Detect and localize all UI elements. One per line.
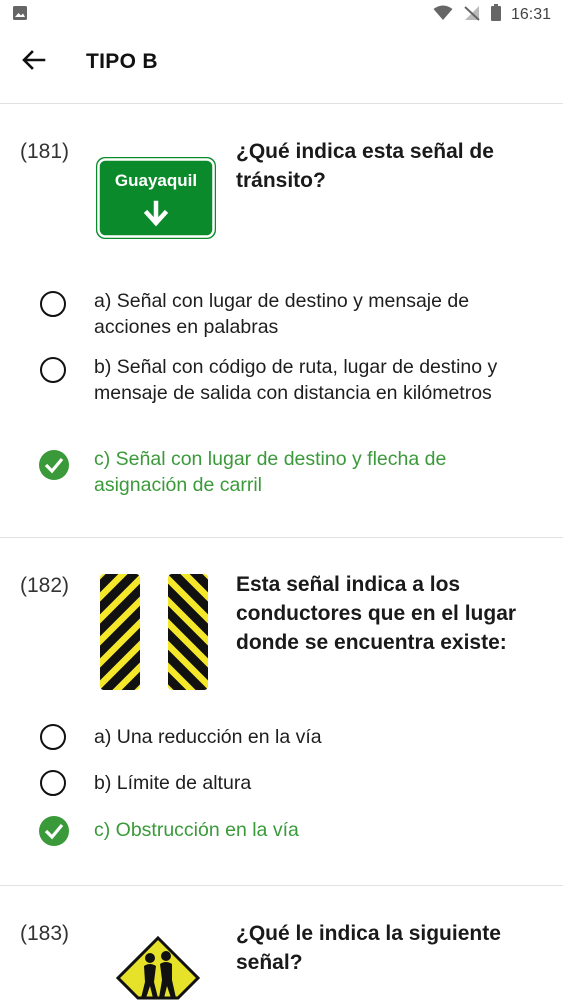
status-bar: 16:31 bbox=[0, 0, 563, 30]
question-text: Esta señal indica a los conductores que … bbox=[236, 573, 517, 654]
question-number: (182) bbox=[20, 574, 70, 597]
question-card: (183) ¿Qué le indica la siguiente señal? bbox=[0, 886, 563, 1000]
no-signal-icon bbox=[463, 5, 481, 26]
radio-unchecked-icon[interactable] bbox=[40, 724, 66, 750]
option-label: c) Obstrucción en la vía bbox=[94, 819, 299, 841]
wifi-icon bbox=[433, 5, 453, 26]
obstruction-sign-image bbox=[100, 574, 210, 695]
check-circle-icon[interactable] bbox=[39, 450, 69, 480]
radio-unchecked-icon[interactable] bbox=[40, 770, 66, 796]
option-a[interactable]: a) Una reducción en la vía bbox=[40, 724, 550, 754]
school-crossing-sign-image bbox=[115, 935, 201, 1005]
option-label: a) Una reducción en la vía bbox=[94, 726, 322, 748]
option-label: b) Límite de altura bbox=[94, 772, 252, 794]
question-text: ¿Qué le indica la siguiente señal? bbox=[236, 922, 501, 974]
question-text: ¿Qué indica esta señal de tránsito? bbox=[236, 140, 494, 192]
image-icon bbox=[12, 5, 28, 26]
radio-unchecked-icon[interactable] bbox=[40, 291, 66, 317]
destination-sign-image: Guayaquil bbox=[95, 156, 217, 245]
option-a[interactable]: a) Señal con lugar de destino y mensaje … bbox=[40, 288, 550, 342]
question-number: (183) bbox=[20, 922, 70, 945]
arrow-left-icon bbox=[22, 49, 46, 75]
question-card: (181) Guayaquil ¿Qué indica esta señal d… bbox=[0, 104, 563, 538]
app-bar: TIPO B bbox=[0, 30, 563, 104]
option-label: a) Señal con lugar de destino y mensaje … bbox=[94, 290, 470, 338]
option-c[interactable]: c) Obstrucción en la vía bbox=[39, 816, 550, 848]
back-button[interactable] bbox=[14, 44, 54, 80]
question-number: (181) bbox=[20, 140, 70, 163]
status-time: 16:31 bbox=[510, 6, 551, 23]
question-card: (182) Esta señal indica a los conductore… bbox=[0, 538, 563, 886]
check-circle-icon[interactable] bbox=[39, 816, 69, 846]
option-c[interactable]: c) Señal con lugar de destino y flecha d… bbox=[39, 446, 550, 500]
option-label: c) Señal con lugar de destino y flecha d… bbox=[94, 448, 447, 496]
option-label: b) Señal con código de ruta, lugar de de… bbox=[94, 356, 498, 404]
page-title: TIPO B bbox=[86, 50, 158, 73]
sign-label: Guayaquil bbox=[115, 171, 197, 190]
option-b[interactable]: b) Señal con código de ruta, lugar de de… bbox=[40, 354, 550, 434]
radio-unchecked-icon[interactable] bbox=[40, 357, 66, 383]
option-b[interactable]: b) Límite de altura bbox=[40, 770, 550, 800]
battery-icon bbox=[490, 4, 501, 26]
